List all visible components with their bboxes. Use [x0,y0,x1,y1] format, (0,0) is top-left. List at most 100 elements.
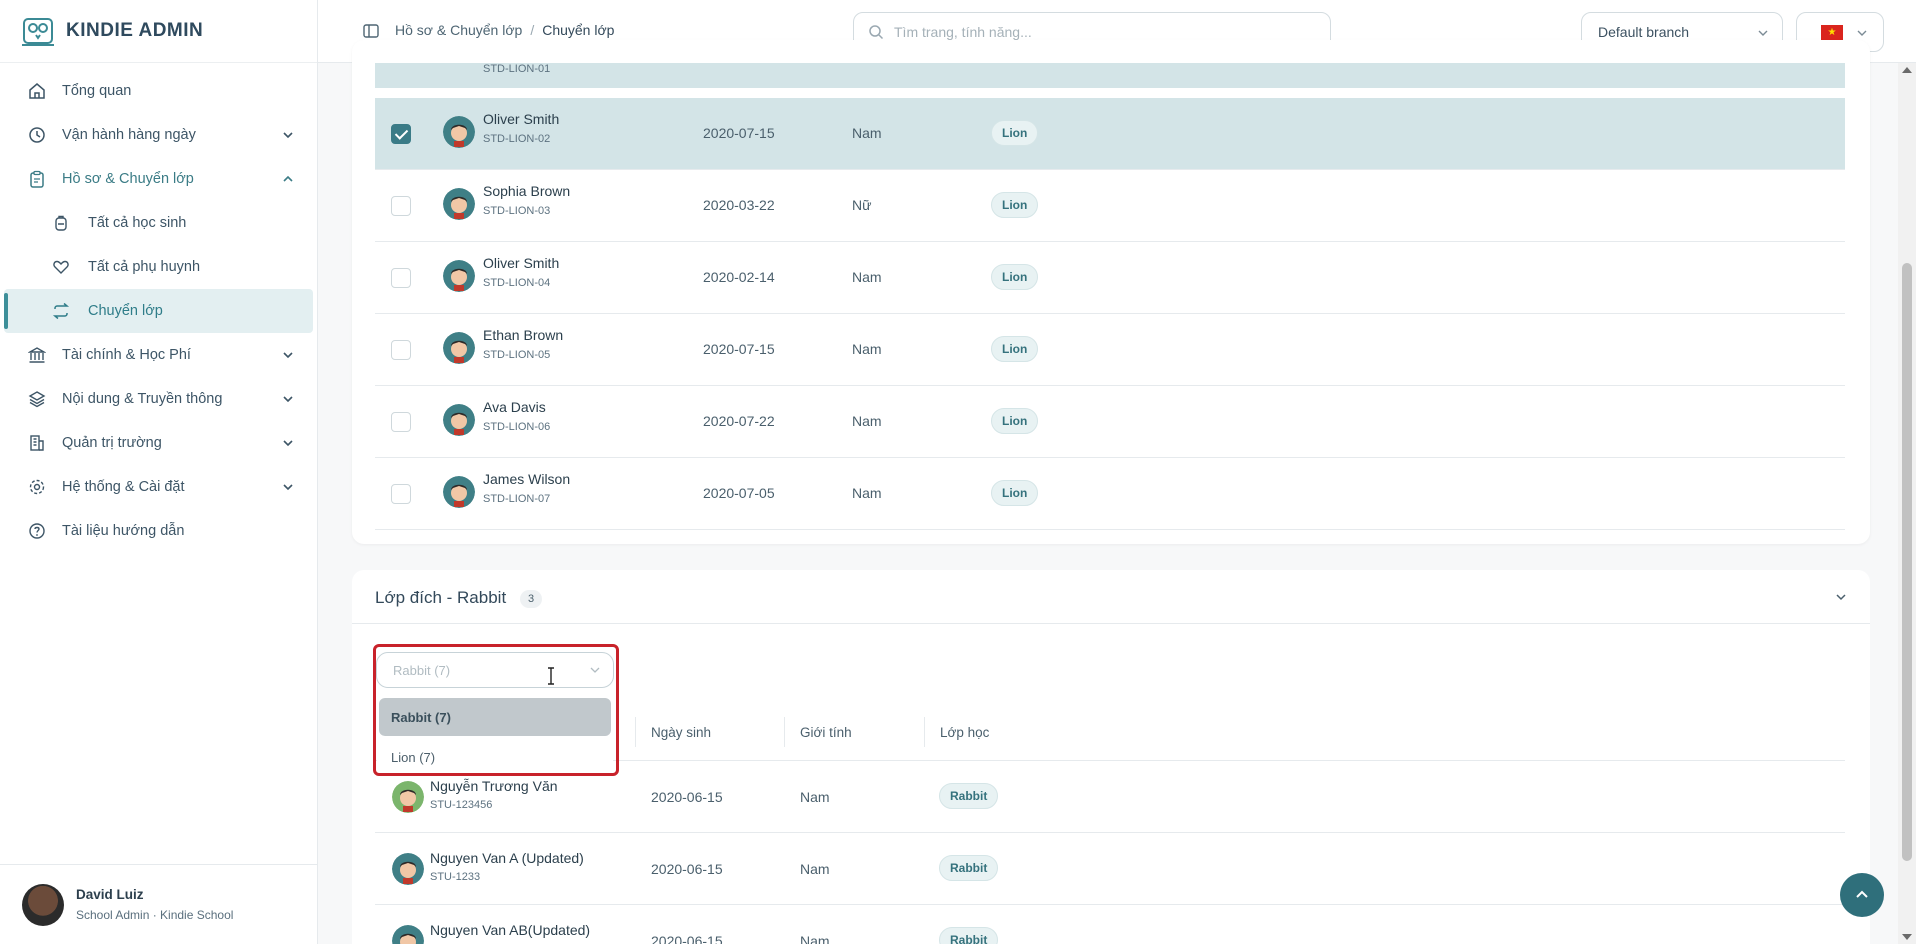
chevron-down-icon[interactable] [1834,590,1848,604]
repeat-icon [52,302,70,320]
layers-icon [28,390,46,408]
student-avatar [443,188,475,220]
student-avatar [443,404,475,436]
table-row[interactable]: Nguyen Van AB(Updated) 2020-06-15 Nam Rabbi… [375,905,1845,944]
sidebar-item-all-parents[interactable]: Tất cả phụ huynh [0,245,317,289]
home-icon [28,82,46,100]
sidebar-item-label: Quản trị trường [62,435,162,451]
heart-handshake-icon [52,258,70,276]
row-checkbox[interactable] [391,412,411,432]
sidebar-item-label: Tất cả học sinh [88,215,187,231]
class-badge: Rabbit [939,927,999,944]
student-gender: Nam [800,933,830,944]
column-header-class: Lớp học [940,725,990,740]
sidebar-item-label: Tất cả phụ huynh [88,259,201,275]
student-avatar [443,476,475,508]
table-row[interactable]: James Wilson STD-LION-07 2020-07-05 Nam Lion [375,458,1845,530]
student-code: STD-LION-06 [483,421,551,433]
class-badge: Lion [991,264,1039,290]
logo[interactable]: KINDIE ADMIN [0,0,317,63]
clipboard-icon [28,170,46,188]
sidebar-item-all-students[interactable]: Tất cả học sinh [0,201,317,245]
breadcrumb: Hồ sơ & Chuyển lớp / Chuyển lớp [395,22,614,38]
sidebar-item-class-transfer[interactable]: Chuyển lớp [4,289,313,333]
sidebar-toggle-icon[interactable] [362,22,380,40]
breadcrumb-current: Chuyển lớp [542,22,615,38]
chevron-down-icon [283,352,293,359]
class-badge: Lion [991,120,1039,146]
column-header-gender: Giới tính [800,725,852,740]
chevron-down-icon [283,132,293,139]
chevron-down-icon [1758,30,1768,36]
student-name: Nguyen Van AB(Updated) [430,922,591,938]
scroll-down-arrow-icon[interactable] [1902,934,1912,940]
sidebar-item-label: Chuyển lớp [88,303,163,319]
student-name: Nguyen Van A (Updated) [430,850,584,866]
scroll-to-top-button[interactable] [1840,873,1884,917]
flag-star: ★ [1827,26,1837,38]
backpack-icon [52,214,70,232]
student-gender: Nam [852,413,882,429]
sidebar-item-system-settings[interactable]: Hệ thống & Cài đặt [0,465,317,509]
class-badge: Lion [991,336,1039,362]
sidebar-item-records-transfer[interactable]: Hồ sơ & Chuyển lớp [0,157,317,201]
user-name: David Luiz [76,887,144,902]
breadcrumb-parent[interactable]: Hồ sơ & Chuyển lớp [395,22,522,38]
sidebar-item-daily-operations[interactable]: Vận hành hàng ngày [0,113,317,157]
class-badge: Rabbit [939,783,999,809]
target-class-title: Lớp đích - Rabbit [375,588,507,607]
column-divider [635,717,636,747]
student-code: STU-1233 [430,871,481,883]
class-badge: Rabbit [939,855,999,881]
student-code: STD-LION-03 [483,205,551,217]
student-name: Ava Davis [483,399,546,415]
building-icon [28,434,46,452]
student-avatar [392,925,424,944]
row-checkbox[interactable] [391,196,411,216]
table-row[interactable]: Ethan Brown STD-LION-05 2020-07-15 Nam Lion [375,314,1845,386]
table-row[interactable]: Oliver Smith STD-LION-02 2020-07-15 Nam Lion [375,98,1845,170]
student-gender: Nữ [852,197,872,213]
column-divider [784,717,785,747]
sidebar-item-school-admin[interactable]: Quản trị trường [0,421,317,465]
sidebar-item-content-communication[interactable]: Nội dung & Truyền thông [0,377,317,421]
table-row[interactable]: Sophia Brown STD-LION-03 2020-03-22 Nữ Lion [375,170,1845,242]
table-row[interactable]: Ava Davis STD-LION-06 2020-07-22 Nam Lion [375,386,1845,458]
scrollbar-thumb[interactable] [1902,263,1912,861]
sidebar-item-label: Vận hành hàng ngày [62,127,196,143]
chevron-up-icon [1856,890,1868,898]
student-name: Oliver Smith [483,111,560,127]
row-checkbox[interactable] [391,484,411,504]
gear-icon [28,478,46,496]
table-row[interactable]: Oliver Smith STD-LION-04 2020-02-14 Nam Lion [375,242,1845,314]
breadcrumb-separator: / [530,22,535,38]
highlight-outline [373,644,619,776]
sidebar-item-finance[interactable]: Tài chính & Học Phí [0,333,317,377]
avatar [22,883,64,926]
target-class-header[interactable]: Lớp đích - Rabbit 3 [352,570,1870,624]
sidebar-item-docs[interactable]: Tài liệu hướng dẫn [0,509,317,553]
student-code: STD-LION-04 [483,277,551,289]
sidebar-item-overview[interactable]: Tổng quan [0,69,317,113]
student-gender: Nam [852,269,882,285]
student-dob: 2020-06-15 [651,861,723,877]
row-checkbox[interactable] [391,340,411,360]
search-icon [869,25,884,40]
student-code: STU-123456 [430,799,493,811]
vietnam-flag-icon: ★ [1821,25,1843,40]
table-row[interactable]: Nguyen Van A (Updated) STU-1233 2020-06-15… [375,833,1845,905]
count-badge: 3 [520,590,542,608]
student-gender: Nam [852,341,882,357]
user-profile[interactable]: David Luiz School Admin · Kindie School [0,864,318,944]
scrollbar[interactable] [1898,63,1916,944]
student-avatar [443,332,475,364]
class-badge: Lion [991,192,1039,218]
student-code: STD-LION-07 [483,493,551,505]
student-name: Sophia Brown [483,183,571,199]
row-checkbox[interactable] [391,124,411,144]
scroll-up-arrow-icon[interactable] [1902,67,1912,73]
branch-value: Default branch [1598,24,1690,40]
table-row[interactable]: STD-LION-01 [375,63,1845,88]
row-checkbox[interactable] [391,268,411,288]
sidebar-item-label: Tài chính & Học Phí [62,347,191,363]
